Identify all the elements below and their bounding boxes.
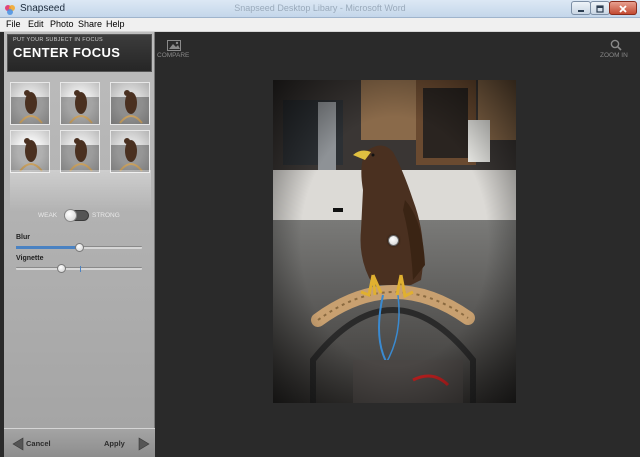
close-button[interactable]	[609, 1, 637, 15]
preset-thumbnail[interactable]	[110, 82, 150, 125]
apply-label: Apply	[104, 439, 125, 448]
blur-slider[interactable]	[16, 243, 142, 252]
weak-label: WEAK	[38, 212, 58, 219]
background-window-title: Snapseed Desktop Libary - Microsoft Word	[234, 3, 406, 13]
tool-sidebar: PUT YOUR SUBJECT IN FOCUS CENTER FOCUS W…	[4, 32, 155, 457]
photo-preview[interactable]	[273, 80, 516, 403]
menu-edit[interactable]: Edit	[28, 19, 44, 29]
blur-slider-fill	[16, 246, 79, 249]
cancel-label: Cancel	[26, 439, 51, 448]
tool-title: CENTER FOCUS	[13, 45, 121, 60]
preset-thumbnail[interactable]	[10, 130, 50, 173]
menu-bar: File Edit Photo Share Help	[0, 18, 640, 32]
zoom-in-button[interactable]: ZOOM IN	[600, 38, 630, 62]
menu-help[interactable]: Help	[106, 19, 125, 29]
preset-grid	[10, 82, 151, 212]
action-footer: Cancel Apply	[4, 428, 155, 457]
blur-label: Blur	[16, 234, 30, 241]
compare-button[interactable]: COMPARE	[157, 38, 191, 62]
preset-thumbnail[interactable]	[60, 130, 100, 173]
preset-thumbnail[interactable]	[10, 82, 50, 125]
vignette-label: Vignette	[16, 255, 44, 262]
vignette-slider-thumb[interactable]	[57, 264, 66, 273]
focus-center-handle[interactable]	[388, 235, 399, 246]
maximize-button[interactable]	[590, 1, 610, 15]
maximize-icon	[591, 4, 609, 14]
arrow-right-icon	[138, 437, 150, 456]
strength-toggle-row: WEAK STRONG	[4, 208, 155, 224]
preset-reflection	[10, 170, 151, 212]
minimize-icon	[572, 4, 590, 14]
preset-thumbnail[interactable]	[60, 82, 100, 125]
strong-label: STRONG	[92, 212, 120, 219]
tool-subtitle: PUT YOUR SUBJECT IN FOCUS	[13, 37, 104, 43]
menu-share[interactable]: Share	[78, 19, 102, 29]
title-bar: Snapseed Snapseed Desktop Libary - Micro…	[0, 0, 640, 18]
cancel-button[interactable]: Cancel	[12, 436, 66, 452]
zoom-label: ZOOM IN	[600, 52, 628, 59]
toggle-knob[interactable]	[64, 209, 77, 222]
arrow-left-icon	[12, 437, 24, 456]
vignette-default-mark	[80, 266, 81, 272]
vignette-slider[interactable]	[16, 264, 142, 273]
menu-photo[interactable]: Photo	[50, 19, 74, 29]
apply-button[interactable]: Apply	[104, 436, 150, 452]
menu-file[interactable]: File	[6, 19, 21, 29]
image-canvas: COMPARE ZOOM IN	[155, 32, 640, 457]
compare-label: COMPARE	[157, 52, 190, 59]
preset-thumbnail[interactable]	[110, 130, 150, 173]
blur-slider-thumb[interactable]	[75, 243, 84, 252]
tool-header: PUT YOUR SUBJECT IN FOCUS CENTER FOCUS	[7, 34, 152, 72]
close-icon	[610, 4, 636, 14]
minimize-button[interactable]	[571, 1, 591, 15]
